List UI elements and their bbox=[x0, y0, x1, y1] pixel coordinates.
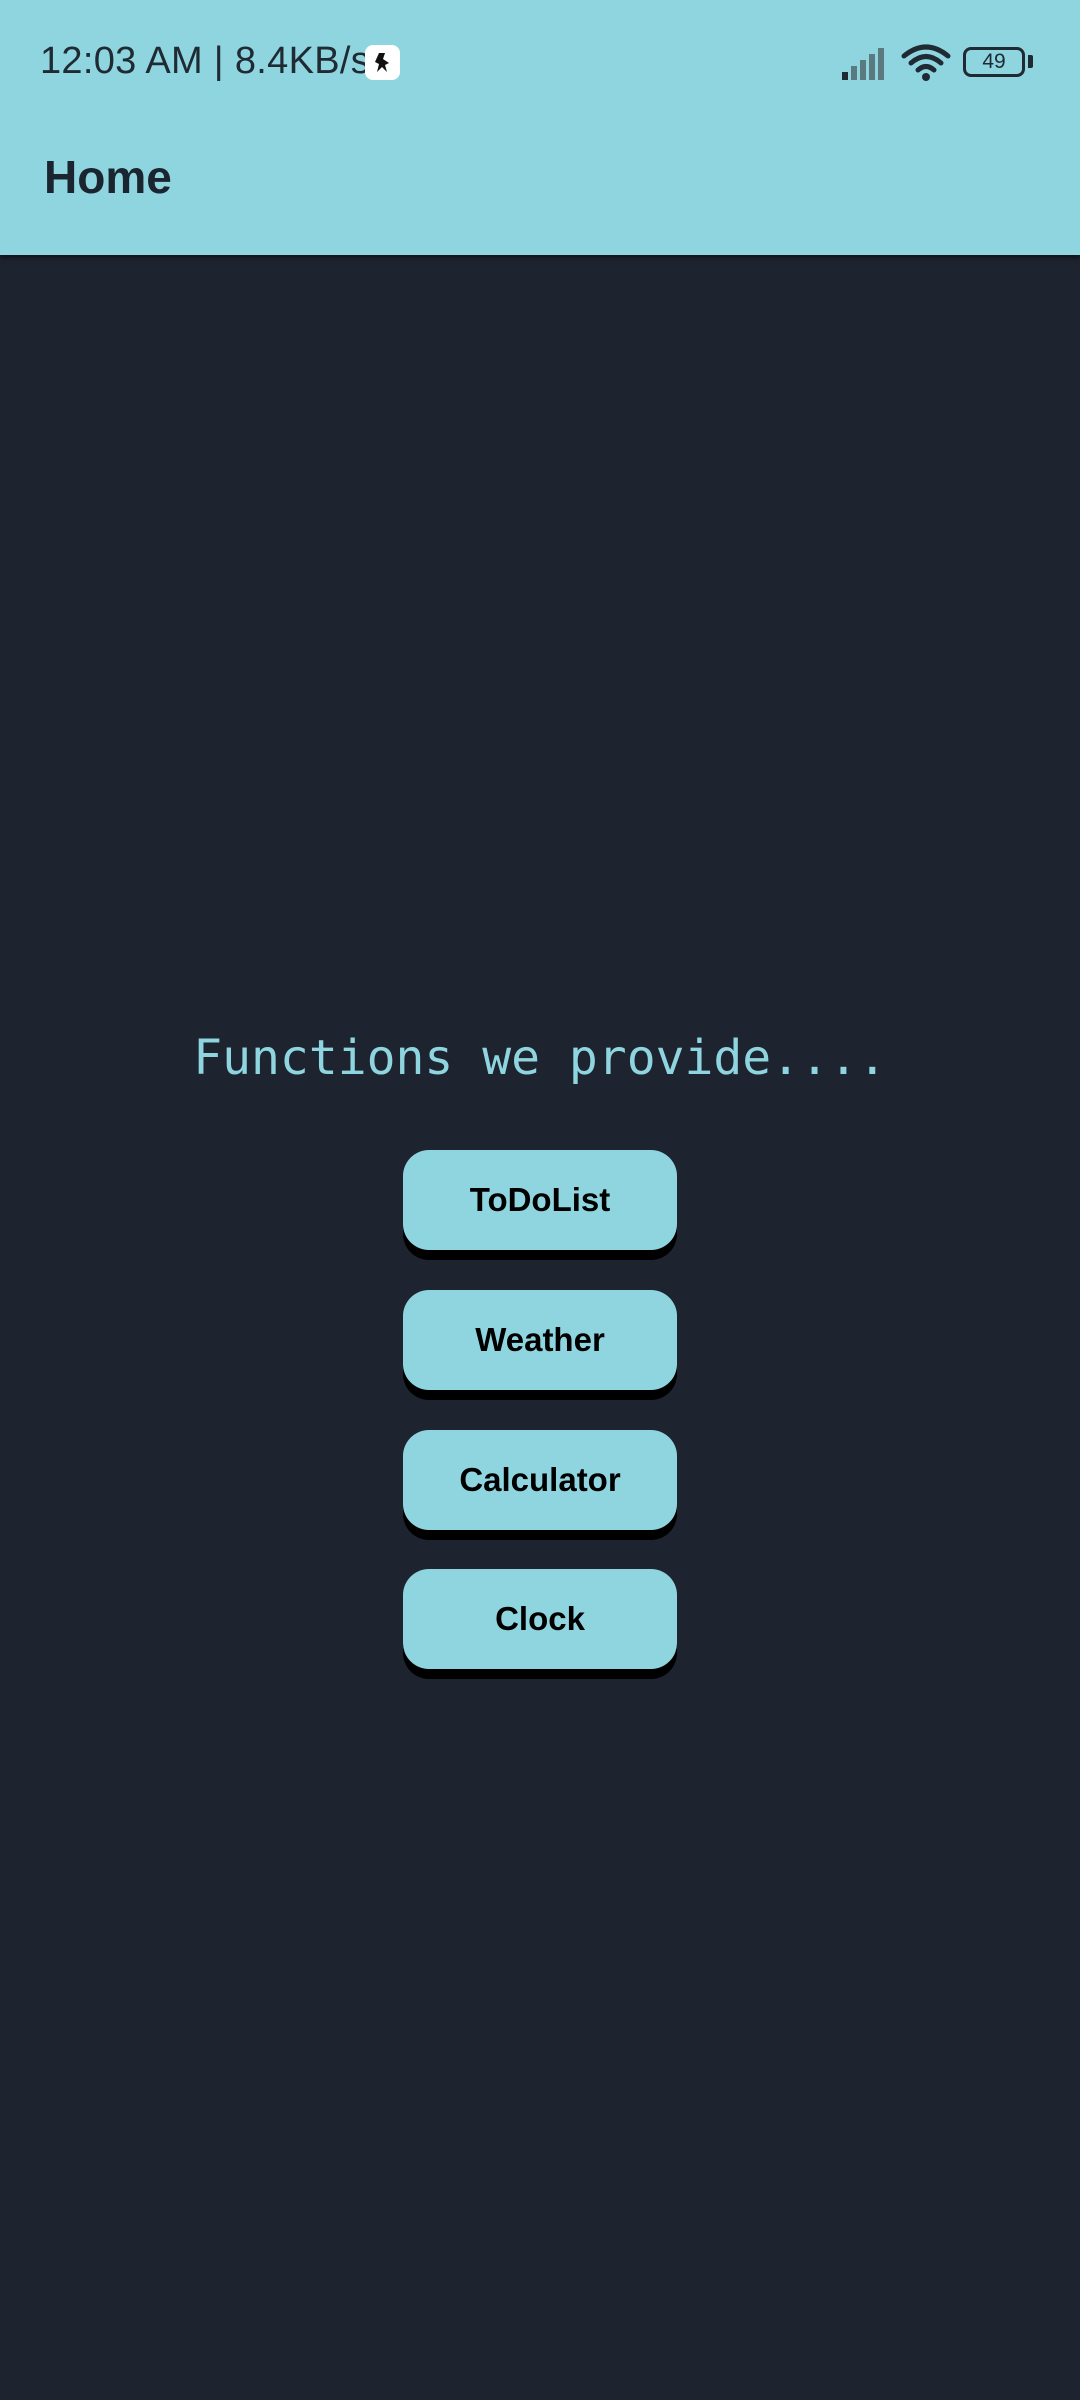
battery-tip bbox=[1028, 55, 1033, 68]
page-title: Home bbox=[44, 151, 172, 203]
status-bar: 12:03 AM | 8.4KB/s 49 bbox=[0, 0, 1080, 130]
app-header: 12:03 AM | 8.4KB/s 49 Home bbox=[0, 0, 1080, 255]
calculator-button[interactable]: Calculator bbox=[403, 1430, 677, 1530]
todolist-button[interactable]: ToDoList bbox=[403, 1150, 677, 1250]
wifi-icon bbox=[901, 44, 951, 81]
battery-icon: 49 bbox=[963, 47, 1025, 77]
clock-button[interactable]: Clock bbox=[403, 1569, 677, 1669]
notification-app-icon bbox=[365, 45, 400, 80]
functions-headline: Functions we provide.... bbox=[193, 1030, 887, 1086]
signal-icon bbox=[842, 48, 884, 80]
status-time: 12:03 AM | 8.4KB/s bbox=[40, 40, 371, 82]
weather-button[interactable]: Weather bbox=[403, 1290, 677, 1390]
